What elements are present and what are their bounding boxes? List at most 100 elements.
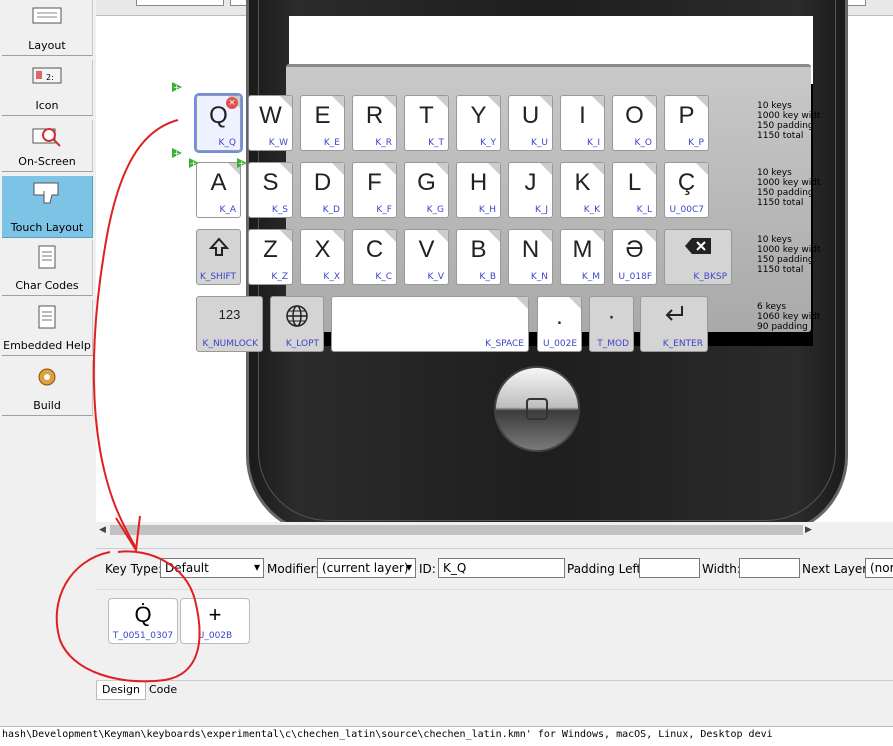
key-u_018f[interactable]: Ə U_018F [612, 229, 657, 285]
key-k_n[interactable]: N K_N [508, 229, 553, 285]
key-k_e[interactable]: E K_E [300, 95, 345, 151]
row-info-line: 90 padding [757, 322, 808, 332]
delete-key-icon[interactable]: × [226, 97, 238, 109]
tab-code[interactable]: Code [144, 681, 182, 700]
modifier-value: (current layer) [322, 561, 409, 575]
sidebar-item-label: Embedded Help [3, 339, 91, 352]
keyman-developer-window: Layout 2: Icon On-Screen Touch Layout Char Co… [0, 0, 893, 746]
console-line: hash\Development\Keyman\keyboards\experi… [2, 729, 773, 740]
svg-text:+: + [173, 149, 180, 158]
key-k_z[interactable]: Z K_Z [248, 229, 293, 285]
key-k_c[interactable]: C K_C [352, 229, 397, 285]
subkey-cap: + [208, 602, 222, 627]
add-row-marker-icon[interactable]: + [171, 147, 183, 159]
keyboard-icon [32, 5, 62, 27]
toolbar-field[interactable] [136, 0, 224, 6]
key-id: K_S [271, 205, 288, 215]
key-k_h[interactable]: H K_H [456, 162, 501, 218]
key-id: T_MOD [597, 339, 629, 349]
key-cap: T [419, 102, 434, 129]
next-layer-select[interactable]: (nor [865, 558, 893, 578]
key-k_g[interactable]: G K_G [404, 162, 449, 218]
key-k_r[interactable]: R K_R [352, 95, 397, 151]
modifier-select[interactable]: (current layer) [317, 558, 416, 578]
key-k_l[interactable]: L K_L [612, 162, 657, 218]
padding-left-label: Padding Left: [567, 562, 646, 576]
key-k_t[interactable]: T K_T [404, 95, 449, 151]
key-cap: V [418, 236, 435, 263]
key-k_s[interactable]: S K_S [248, 162, 293, 218]
key-t_mod[interactable]: · T_MOD [589, 296, 634, 352]
document-icon [32, 245, 62, 269]
key-id: K_D [322, 205, 340, 215]
horizontal-scrollbar[interactable]: ◀ ▶ [96, 522, 819, 538]
key-id: K_T [428, 138, 444, 148]
key-k_a[interactable]: A K_A [196, 162, 241, 218]
key-k_bksp[interactable]: K_BKSP [664, 229, 732, 285]
sidebar-item-icon[interactable]: 2: Icon [2, 60, 93, 116]
tab-design[interactable]: Design [96, 681, 146, 700]
key-k_o[interactable]: O K_O [612, 95, 657, 151]
padding-left-input[interactable] [639, 558, 700, 578]
key-k_lopt[interactable]: K_LOPT [270, 296, 324, 352]
key-properties-panel: Key Type: Default Modifier: (current lay… [96, 548, 893, 678]
sidebar-item-build[interactable]: Build [2, 360, 93, 416]
next-layer-value: (nor [870, 561, 893, 575]
key-cap: K [574, 169, 591, 196]
key-cap: X [314, 236, 331, 263]
key-k_shift[interactable]: K_SHIFT [196, 229, 241, 285]
key-k_k[interactable]: K K_K [560, 162, 605, 218]
key-k_w[interactable]: W K_W [248, 95, 293, 151]
key-cap: W [259, 102, 282, 129]
id-input[interactable]: K_Q [438, 558, 565, 578]
key-cap: L [627, 169, 642, 196]
add-row-marker-icon[interactable]: + [236, 157, 248, 169]
scrollbar-thumb[interactable] [110, 525, 803, 535]
id-label: ID: [419, 562, 436, 576]
key-cap: E [314, 102, 331, 129]
row-info-line: 150 padding [757, 255, 814, 265]
sidebar-item-touch-layout[interactable]: Touch Layout [2, 176, 93, 238]
onscreen-keyboard-icon [32, 125, 62, 147]
width-input[interactable] [739, 558, 800, 578]
key-k_u[interactable]: U K_U [508, 95, 553, 151]
key-k_numlock[interactable]: 123 K_NUMLOCK [196, 296, 263, 352]
key-u_002e[interactable]: . U_002E [537, 296, 582, 352]
row-info-line: 1150 total [757, 265, 804, 275]
sidebar-item-layout[interactable]: Layout [2, 0, 93, 56]
key-k_v[interactable]: V K_V [404, 229, 449, 285]
scroll-left-icon[interactable]: ◀ [99, 525, 106, 535]
key-k_f[interactable]: F K_F [352, 162, 397, 218]
id-value: K_Q [443, 561, 467, 575]
key-k_q[interactable]: Q K_Q × [194, 93, 243, 153]
key-type-select[interactable]: Default [160, 558, 264, 578]
key-k_enter[interactable]: K_ENTER [640, 296, 708, 352]
home-square-icon [526, 398, 548, 420]
key-k_d[interactable]: D K_D [300, 162, 345, 218]
subkey-t_0051_0307[interactable]: Q̇ T_0051_0307 [108, 598, 178, 644]
next-layer-label: Next Layer: [802, 562, 872, 576]
sidebar-item-embedded-help[interactable]: Embedded Help [2, 300, 93, 356]
sidebar-item-char-codes[interactable]: Char Codes [2, 240, 93, 296]
key-k_m[interactable]: M K_M [560, 229, 605, 285]
key-id: K_O [634, 138, 653, 148]
add-row-marker-icon[interactable]: + [171, 81, 183, 93]
add-row-marker-icon[interactable]: + [188, 157, 200, 169]
scroll-right-icon[interactable]: ▶ [805, 525, 812, 535]
key-k_j[interactable]: J K_J [508, 162, 553, 218]
sidebar-item-on-screen[interactable]: On-Screen [2, 120, 93, 172]
key-properties-line: Key Type: Default Modifier: (current lay… [96, 557, 893, 581]
key-k_i[interactable]: I K_I [560, 95, 605, 151]
key-u_00c7[interactable]: Ç U_00C7 [664, 162, 709, 218]
home-button [494, 366, 580, 452]
key-k_b[interactable]: B K_B [456, 229, 501, 285]
key-k_y[interactable]: Y K_Y [456, 95, 501, 151]
svg-text:+: + [238, 159, 245, 168]
key-cap: Z [263, 236, 278, 263]
svg-text:+: + [173, 83, 180, 92]
subkey-u_002b[interactable]: + U_002B [180, 598, 250, 644]
key-k_p[interactable]: P K_P [664, 95, 709, 151]
key-k_x[interactable]: X K_X [300, 229, 345, 285]
key-k_space[interactable]: K_SPACE [331, 296, 529, 352]
width-label: Width: [702, 562, 741, 576]
